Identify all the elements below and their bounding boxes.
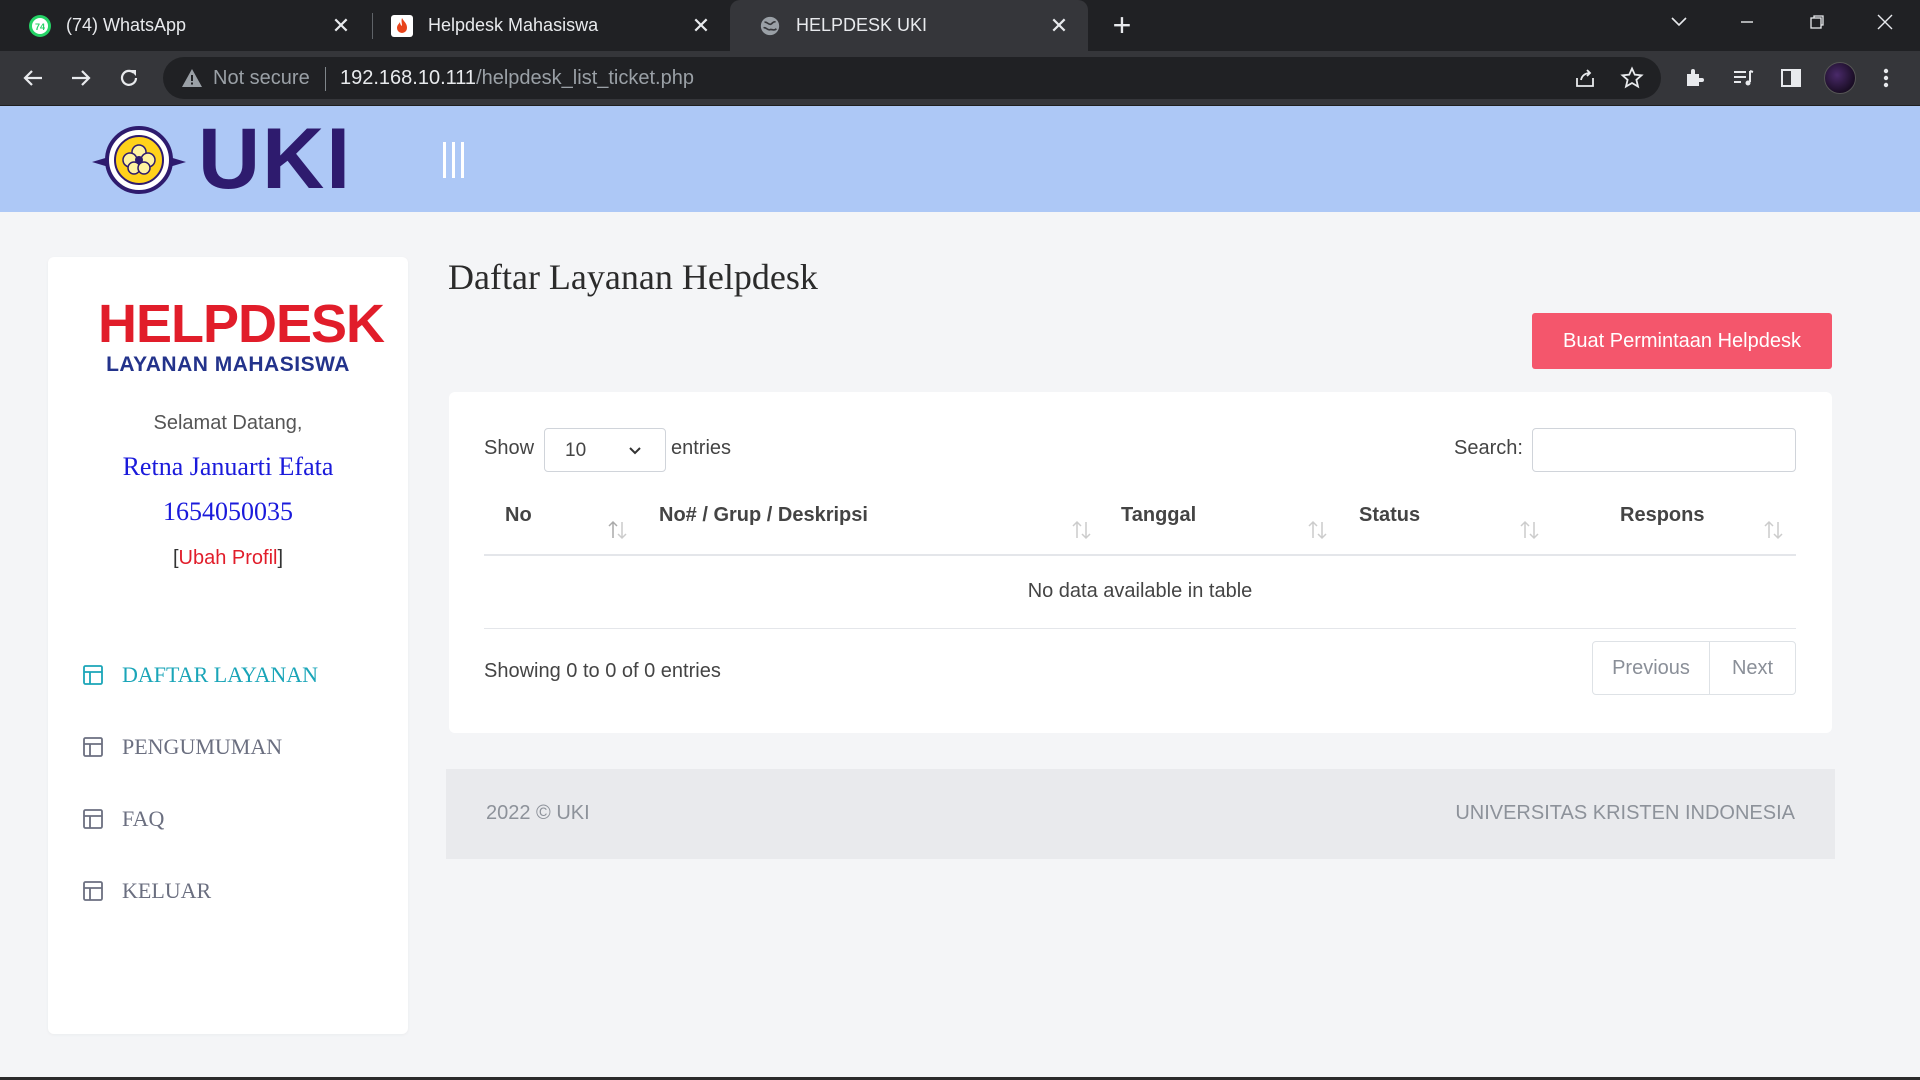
user-name: Retna Januarti Efata <box>122 452 334 481</box>
layout-icon <box>83 881 103 901</box>
forward-icon[interactable] <box>64 61 98 95</box>
extensions-icon[interactable] <box>1681 64 1709 92</box>
side-panel-icon[interactable] <box>1777 64 1805 92</box>
sort-icon[interactable] <box>1307 518 1329 542</box>
url-text[interactable]: 192.168.10.111/helpdesk_list_ticket.php <box>340 67 694 90</box>
sidebar: HELPDESK LAYANAN MAHASISWA Selamat Datan… <box>48 257 408 1034</box>
sort-icon[interactable] <box>607 518 629 542</box>
column-header-respons[interactable]: Respons <box>1620 504 1704 527</box>
show-label: Show <box>484 437 535 459</box>
sidebar-item-pengumuman[interactable]: PENGUMUMAN <box>82 731 282 763</box>
pagination: Previous Next <box>1592 641 1796 695</box>
tab-search-icon[interactable] <box>1650 0 1708 44</box>
sort-icon[interactable] <box>1763 518 1785 542</box>
helpdesk-logo: HELPDESK LAYANAN MAHASISWA <box>98 294 385 377</box>
helpdesk-logo-title: HELPDESK <box>98 294 385 354</box>
entries-per-page-value: 10 <box>565 440 587 461</box>
minimize-icon[interactable] <box>1718 0 1776 44</box>
sidebar-item-label: PENGUMUMAN <box>122 734 283 759</box>
layout-icon <box>83 809 103 829</box>
warning-icon[interactable] <box>181 67 203 89</box>
bookmark-star-icon[interactable] <box>1620 66 1644 90</box>
url-path: /helpdesk_list_ticket.php <box>476 67 694 89</box>
sidebar-item-label: DAFTAR LAYANAN <box>122 662 319 687</box>
column-header-tanggal[interactable]: Tanggal <box>1121 504 1196 527</box>
chevron-down-icon <box>629 447 641 455</box>
close-tab-icon[interactable]: ✕ <box>686 13 716 39</box>
ticket-table-card: Show 10 entries Search: No No# / Grup / … <box>449 392 1832 733</box>
tab-title: Helpdesk Mahasiswa <box>428 15 599 35</box>
tab-whatsapp[interactable]: 74 (74) WhatsApp ✕ <box>0 0 370 51</box>
user-id: 1654050035 <box>163 497 293 526</box>
uki-logo-text[interactable]: UKI <box>198 114 352 204</box>
column-header-no[interactable]: No <box>505 504 532 527</box>
new-tab-button[interactable]: + <box>1105 8 1139 42</box>
empty-table-message: No data available in table <box>1027 580 1253 602</box>
page-title: Daftar Layanan Helpdesk <box>448 257 818 297</box>
sidebar-item-label: FAQ <box>122 806 165 831</box>
globe-icon <box>758 14 782 38</box>
search-label: Search: <box>1454 437 1523 459</box>
address-divider <box>325 67 326 91</box>
address-bar[interactable]: Not secure 192.168.10.111/helpdesk_list_… <box>163 57 1661 99</box>
sidebar-item-daftar-layanan[interactable]: DAFTAR LAYANAN <box>82 659 318 691</box>
entries-label: entries <box>671 437 732 459</box>
footer-copyright: 2022 © UKI <box>486 802 590 824</box>
close-tab-icon[interactable]: ✕ <box>326 13 356 39</box>
close-tab-icon[interactable]: ✕ <box>1044 13 1074 39</box>
url-host: 192.168.10.111 <box>340 67 477 89</box>
table-bottom-divider <box>484 628 1796 629</box>
close-window-icon[interactable] <box>1856 0 1914 44</box>
previous-page-button[interactable]: Previous <box>1593 642 1710 694</box>
tab-helpdesk-uki[interactable]: HELPDESK UKI ✕ <box>730 0 1088 51</box>
media-playlist-icon[interactable] <box>1729 64 1757 92</box>
column-header-status[interactable]: Status <box>1359 504 1420 527</box>
edit-profile-link[interactable]: Ubah Profil <box>179 547 278 569</box>
table-info: Showing 0 to 0 of 0 entries <box>484 660 721 682</box>
footer-university: UNIVERSITAS KRISTEN INDONESIA <box>1455 802 1795 824</box>
sort-icon[interactable] <box>1519 518 1541 542</box>
browser-toolbar: Not secure 192.168.10.111/helpdesk_list_… <box>0 51 1920 106</box>
sort-icon[interactable] <box>1071 518 1093 542</box>
share-icon[interactable] <box>1573 66 1597 90</box>
next-page-button[interactable]: Next <box>1710 642 1795 694</box>
tab-title: (74) WhatsApp <box>66 15 187 35</box>
uki-emblem-icon[interactable] <box>90 122 188 198</box>
create-ticket-button[interactable]: Buat Permintaan Helpdesk <box>1532 313 1832 369</box>
sidebar-toggle-icon[interactable] <box>438 142 468 178</box>
menu-dots-icon[interactable] <box>1872 64 1900 92</box>
whatsapp-icon: 74 <box>28 14 52 38</box>
back-icon[interactable] <box>16 61 50 95</box>
tab-badge: 74 <box>35 22 45 32</box>
layout-icon <box>83 737 103 757</box>
tab-title: HELPDESK UKI <box>796 15 928 35</box>
sidebar-item-label: KELUAR <box>122 878 212 903</box>
browser-tab-strip: 74 (74) WhatsApp ✕ Helpdesk Mahasiswa ✕ … <box>0 0 1920 51</box>
restore-icon[interactable] <box>1788 0 1846 44</box>
table-header-divider <box>484 554 1796 556</box>
site-header: UKI <box>0 106 1920 212</box>
sidebar-item-keluar[interactable]: KELUAR <box>82 875 211 907</box>
edit-profile: [Ubah Profil] <box>48 547 408 570</box>
footer: 2022 © UKI UNIVERSITAS KRISTEN INDONESIA <box>446 769 1835 859</box>
column-header-deskripsi[interactable]: No# / Grup / Deskripsi <box>659 504 868 527</box>
sidebar-item-faq[interactable]: FAQ <box>82 803 164 835</box>
welcome-text: Selamat Datang, <box>153 412 303 434</box>
bracket-close: ] <box>277 547 284 569</box>
entries-per-page-select[interactable]: 10 <box>544 428 666 472</box>
layout-icon <box>83 665 103 685</box>
flame-icon <box>390 14 414 38</box>
search-input[interactable] <box>1532 428 1796 472</box>
reload-icon[interactable] <box>112 61 146 95</box>
security-label[interactable]: Not secure <box>213 67 310 90</box>
tab-helpdesk-mahasiswa[interactable]: Helpdesk Mahasiswa ✕ <box>362 0 730 51</box>
helpdesk-logo-subtitle: LAYANAN MAHASISWA <box>106 353 350 376</box>
profile-avatar[interactable] <box>1824 62 1856 94</box>
